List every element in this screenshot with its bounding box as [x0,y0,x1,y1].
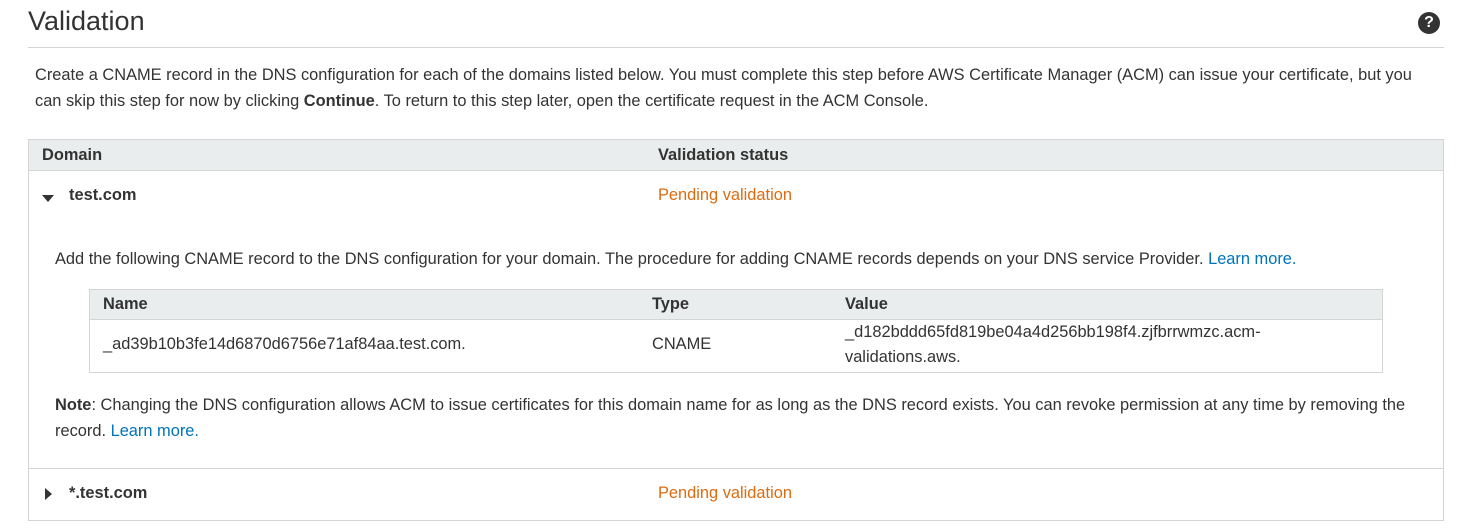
record-value-line-2: validations.aws. [845,348,961,366]
record-value-line-1: _d182bddd65fd819be04a4d256bb198f4.zjfbrr… [845,323,1261,341]
intro-text: Create a CNAME record in the DNS configu… [35,62,1415,114]
validation-page: Validation ? Create a CNAME record in th… [0,0,1462,529]
help-icon[interactable]: ? [1418,12,1440,34]
record-name: _ad39b10b3fe14d6870d6756e71af84aa.test.c… [103,335,466,353]
domains-table-header: Domain Validation status [29,140,1443,171]
domain-name[interactable]: test.com [69,186,136,205]
continue-emphasis: Continue [303,92,375,110]
row-divider [29,468,1443,469]
cname-instructions-text: Add the following CNAME record to the DN… [55,250,1204,268]
title-divider [28,47,1444,48]
domains-table: Domain Validation status test.com Pendin… [28,139,1444,521]
validation-status: Pending validation [658,186,792,204]
note-learn-more-link[interactable]: Learn more. [111,422,199,440]
record-type: CNAME [652,335,712,353]
column-header-validation-status: Validation status [658,146,789,164]
page-title: Validation [28,6,145,36]
domain-name[interactable]: *.test.com [69,484,147,503]
note-label: Note [55,396,92,414]
cname-record-table: Name Type Value _ad39b10b3fe14d6870d6756… [89,289,1383,373]
validation-status: Pending validation [658,484,792,502]
column-header-type: Type [652,295,690,313]
note-text: : Changing the DNS configuration allows … [55,396,1406,440]
intro-text-after: . To return to this step later, open the… [374,92,929,110]
collapse-caret-icon[interactable] [42,195,54,202]
dns-note: Note: Changing the DNS configuration all… [55,392,1425,444]
cname-instructions: Add the following CNAME record to the DN… [55,247,1425,271]
learn-more-link[interactable]: Learn more. [1208,250,1296,268]
column-header-domain: Domain [42,146,103,164]
column-header-value: Value [845,295,888,313]
column-header-name: Name [103,295,148,313]
expand-caret-icon[interactable] [45,488,52,500]
cname-record-table-header: Name Type Value [90,290,1382,320]
